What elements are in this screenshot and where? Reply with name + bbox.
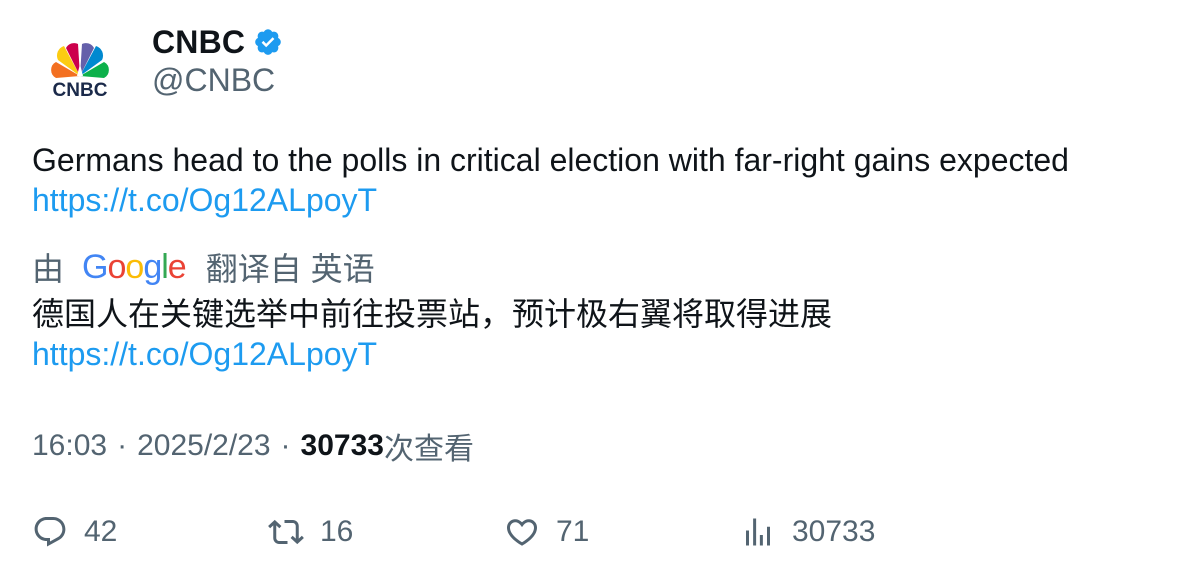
tweet-meta: 16:03 · 2025/2/23 · 30733 次查看 bbox=[32, 424, 474, 468]
retweet-button[interactable]: 16 bbox=[268, 506, 353, 558]
tweet-text: Germans head to the polls in critical el… bbox=[32, 140, 1152, 220]
meta-separator: · bbox=[280, 429, 291, 462]
cnbc-logo-icon: CNBC bbox=[51, 43, 109, 101]
reply-count: 42 bbox=[84, 515, 118, 548]
retweet-icon bbox=[268, 519, 304, 545]
translation-attribution: 由 Google 翻译自 英语 bbox=[32, 246, 375, 288]
meta-separator: · bbox=[117, 429, 128, 462]
translated-text: 德国人在关键选举中前往投票站，预计极右翼将取得进展 https://t.co/O… bbox=[32, 294, 1152, 374]
author-handle[interactable]: @CNBC bbox=[152, 62, 275, 99]
tweet-time[interactable]: 16:03 bbox=[32, 429, 107, 463]
translated-by-label: 由 bbox=[32, 251, 65, 287]
like-button[interactable]: 71 bbox=[504, 506, 589, 558]
heart-icon bbox=[506, 519, 538, 546]
svg-text:CNBC: CNBC bbox=[53, 80, 108, 101]
tweet-date[interactable]: 2025/2/23 bbox=[137, 429, 270, 463]
translated-link[interactable]: https://t.co/Og12ALpoyT bbox=[32, 334, 1152, 374]
views-button[interactable]: 30733 bbox=[740, 506, 875, 558]
google-logo-icon: Google bbox=[82, 247, 187, 286]
views-action-count: 30733 bbox=[792, 515, 876, 548]
author-display-name[interactable]: CNBC bbox=[152, 24, 245, 61]
like-count: 71 bbox=[556, 515, 590, 548]
translated-from-label: 翻译自 英语 bbox=[205, 251, 375, 287]
action-bar: 42 16 71 30733 bbox=[32, 506, 1172, 558]
verified-badge-icon[interactable] bbox=[253, 27, 283, 57]
views-count: 30733 bbox=[300, 429, 384, 462]
tweet-link[interactable]: https://t.co/Og12ALpoyT bbox=[32, 180, 1152, 220]
reply-icon bbox=[34, 517, 66, 547]
author-name-row[interactable]: CNBC bbox=[152, 22, 283, 62]
tweet-body: Germans head to the polls in critical el… bbox=[32, 142, 1069, 178]
reply-button[interactable]: 42 bbox=[32, 506, 117, 558]
translated-body: 德国人在关键选举中前往投票站，预计极右翼将取得进展 bbox=[32, 296, 833, 332]
retweet-count: 16 bbox=[320, 515, 354, 548]
views-label: 次查看 bbox=[383, 433, 474, 466]
avatar[interactable]: CNBC bbox=[32, 28, 128, 124]
bar-chart-icon bbox=[746, 518, 770, 546]
